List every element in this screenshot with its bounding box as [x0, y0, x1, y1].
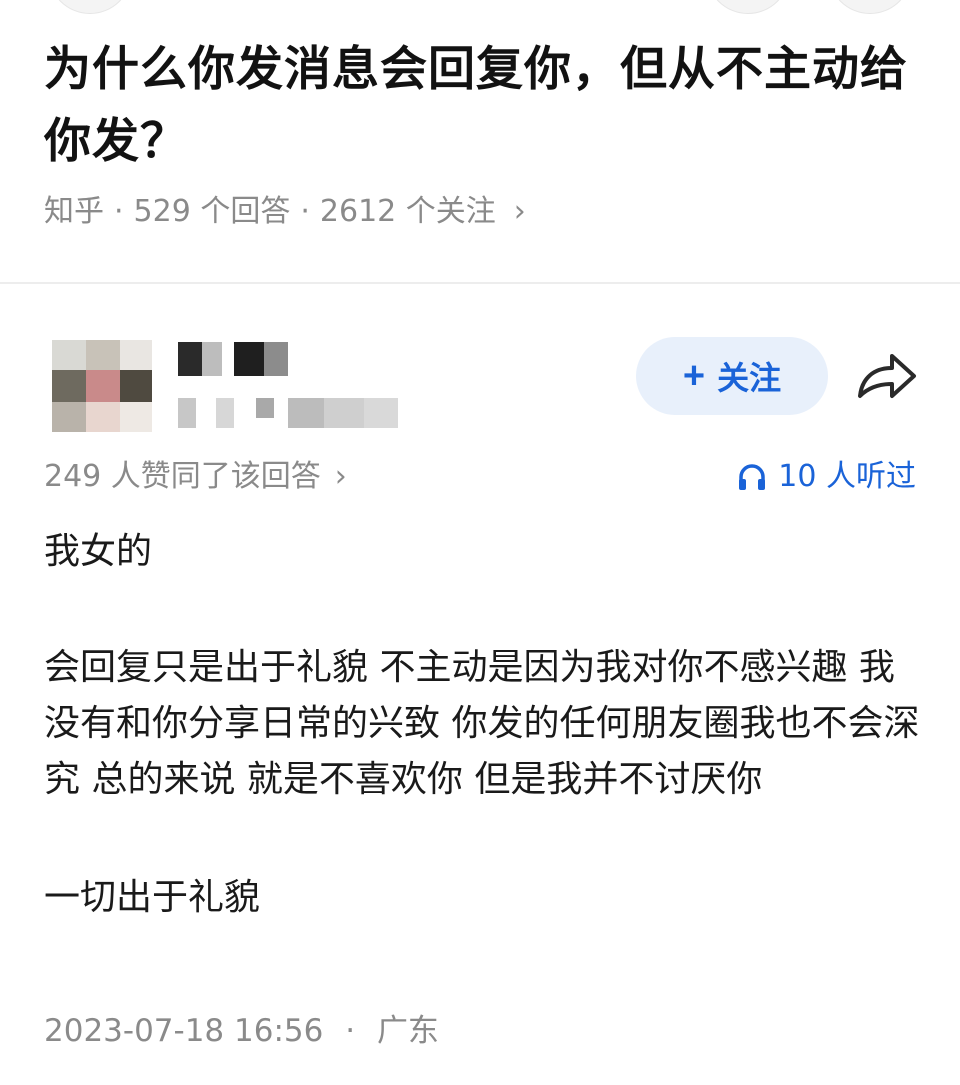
listen-count: 10 人听过: [778, 459, 916, 494]
meta-separator: ·: [345, 1013, 356, 1049]
answer-count: 529 个回答: [133, 194, 291, 229]
follow-count: 2612 个关注: [319, 194, 496, 229]
author-name-blurred[interactable]: [178, 340, 408, 436]
upvote-info[interactable]: 249 人赞同了该回答 ›: [44, 454, 347, 500]
answer-paragraph: 我女的: [44, 531, 153, 572]
divider: [0, 282, 960, 284]
chevron-right-icon: ›: [513, 194, 526, 229]
answer-paragraph: 一切出于礼貌: [44, 877, 261, 918]
meta-separator: ·: [114, 194, 124, 229]
headphones-icon: [739, 464, 766, 490]
upvote-count: 249 人赞同了该回答: [44, 459, 321, 494]
search-button[interactable]: [706, 0, 790, 14]
answer-footer: 2023-07-18 16:56 · 广东: [44, 1008, 439, 1054]
answer-paragraph: 会回复只是出于礼貌 不主动是因为我对你不感兴趣 我没有和你分享日常的兴致 你发的…: [44, 647, 920, 800]
question-meta[interactable]: 知乎 · 529 个回答 · 2612 个关注 ›: [44, 188, 526, 236]
more-button[interactable]: [828, 0, 912, 14]
chevron-right-icon: ›: [334, 459, 347, 494]
answer-location: 广东: [376, 1013, 439, 1049]
meta-separator: ·: [300, 194, 310, 229]
avatar[interactable]: [52, 340, 152, 432]
answer-body: 我女的 会回复只是出于礼貌 不主动是因为我对你不感兴趣 我没有和你分享日常的兴致…: [44, 524, 924, 986]
answer-datetime: 2023-07-18 16:56: [44, 1013, 324, 1049]
share-icon[interactable]: [852, 344, 922, 408]
question-title[interactable]: 为什么你发消息会回复你，但从不主动给你发？: [44, 34, 924, 178]
follow-label: 关注: [717, 360, 782, 396]
back-button[interactable]: [48, 0, 132, 14]
follow-button[interactable]: + 关注: [636, 337, 828, 415]
plus-icon: +: [682, 355, 706, 397]
listen-button[interactable]: 10 人听过: [736, 454, 916, 500]
question-source: 知乎: [44, 194, 104, 229]
